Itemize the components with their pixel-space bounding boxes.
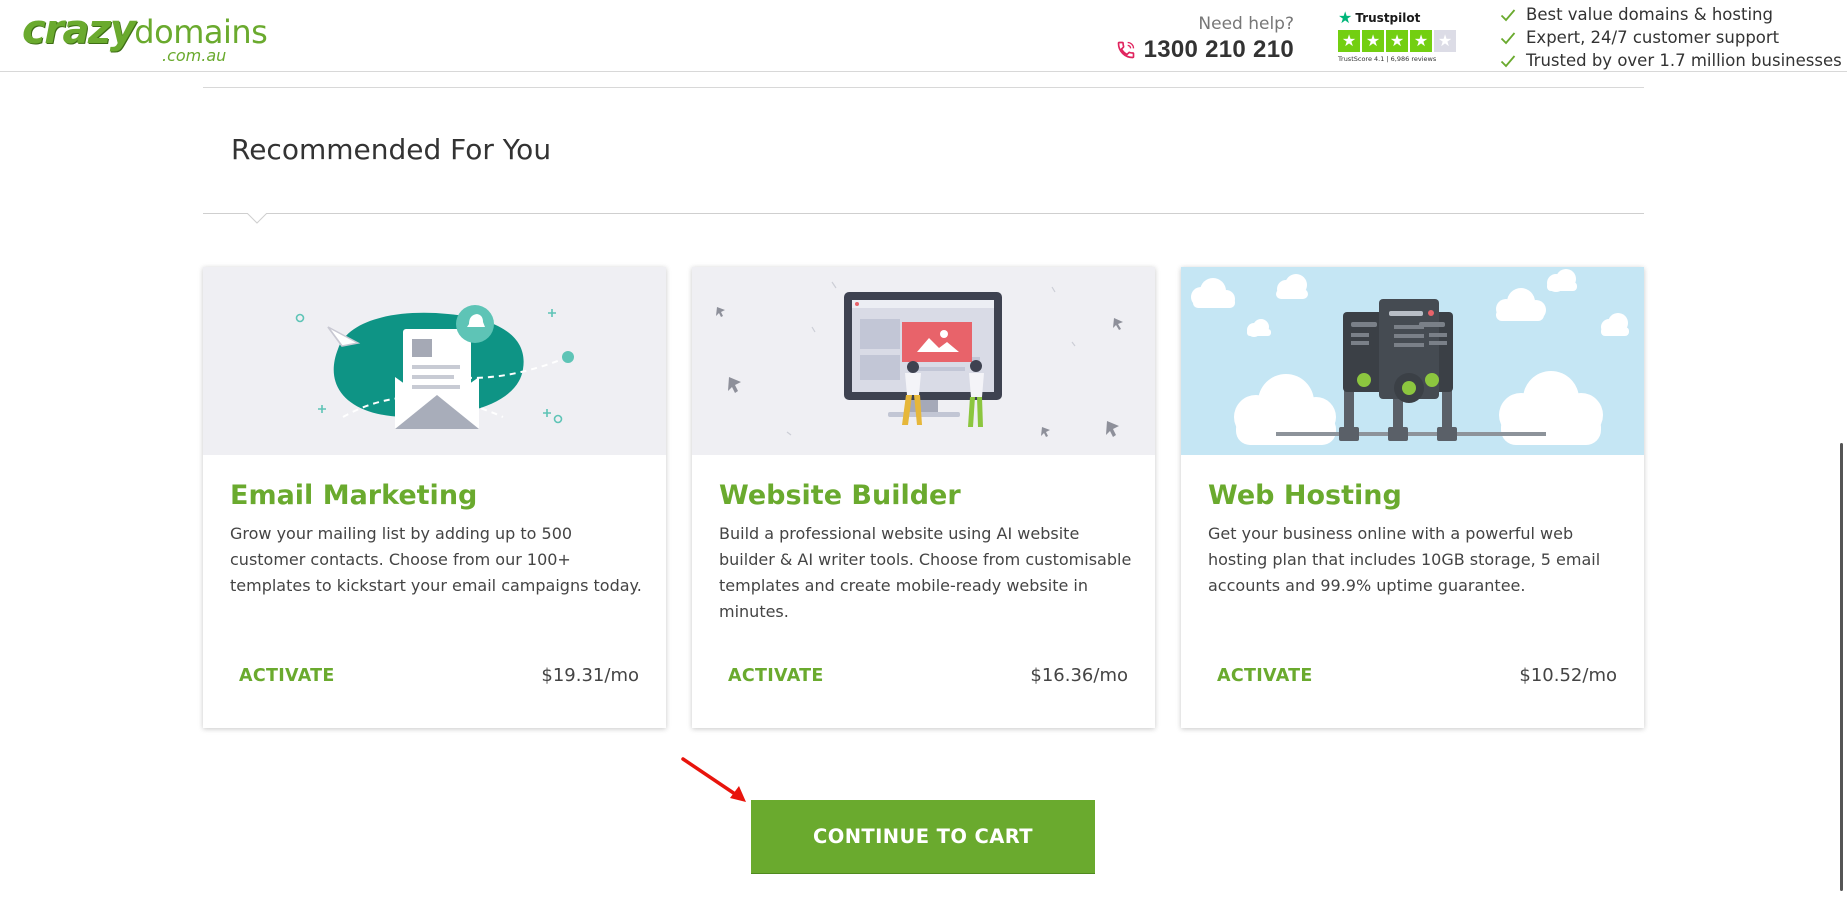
rating-star-empty-icon: ★ bbox=[1434, 30, 1456, 52]
site-header: crazydomains .com.au Need help? 1300 210… bbox=[0, 0, 1847, 72]
benefit-item: Expert, 24/7 customer support bbox=[1500, 26, 1842, 49]
card-description: Get your business online with a powerful… bbox=[1208, 524, 1601, 595]
benefits-list: Best value domains & hosting Expert, 24/… bbox=[1500, 3, 1842, 72]
activate-email-marketing-button[interactable]: ACTIVATE bbox=[239, 666, 335, 686]
product-card-email-marketing: Email Marketing Grow your mailing list b… bbox=[203, 267, 666, 728]
email-marketing-illustration bbox=[203, 267, 666, 455]
logo-domain-suffix: .com.au bbox=[162, 46, 227, 65]
help-phone-row[interactable]: 1300 210 210 bbox=[1116, 36, 1294, 64]
check-icon bbox=[1500, 54, 1516, 67]
product-card-website-builder: Website Builder Build a professional web… bbox=[692, 267, 1155, 728]
rating-star-icon: ★ bbox=[1386, 30, 1408, 52]
divider-notch bbox=[247, 213, 267, 224]
section-title-divider bbox=[203, 213, 1644, 214]
benefit-text: Trusted by over 1.7 million businesses bbox=[1526, 51, 1842, 70]
page-scrollbar[interactable] bbox=[1840, 443, 1843, 891]
section-top-divider bbox=[203, 87, 1644, 88]
card-price: $10.52/mo bbox=[1519, 665, 1617, 686]
website-builder-illustration bbox=[692, 267, 1155, 455]
help-label: Need help? bbox=[1198, 14, 1294, 34]
help-contact: Need help? 1300 210 210 bbox=[1116, 14, 1294, 64]
crazydomains-logo[interactable]: crazydomains .com.au bbox=[22, 7, 268, 65]
card-price: $16.36/mo bbox=[1030, 665, 1128, 686]
product-card-web-hosting: Web Hosting Get your business online wit… bbox=[1181, 267, 1644, 728]
activate-web-hosting-button[interactable]: ACTIVATE bbox=[1217, 666, 1313, 686]
trustpilot-star-icon: ★ bbox=[1338, 8, 1353, 27]
card-title: Web Hosting bbox=[1208, 480, 1402, 511]
card-description: Build a professional website using AI we… bbox=[719, 524, 1132, 621]
continue-to-cart-button[interactable]: CONTINUE TO CART bbox=[751, 800, 1095, 874]
activate-website-builder-button[interactable]: ACTIVATE bbox=[728, 666, 824, 686]
phone-icon bbox=[1117, 41, 1134, 59]
trustpilot-widget[interactable]: ★ Trustpilot ★ ★ ★ ★ ★ TrustScore 4.1 | … bbox=[1338, 8, 1458, 63]
trustpilot-brand: Trustpilot bbox=[1355, 10, 1421, 25]
check-icon bbox=[1500, 8, 1516, 21]
help-phone-number[interactable]: 1300 210 210 bbox=[1144, 36, 1294, 64]
benefit-text: Best value domains & hosting bbox=[1526, 5, 1773, 24]
rating-star-icon: ★ bbox=[1338, 30, 1360, 52]
card-title: Email Marketing bbox=[230, 480, 478, 511]
benefit-item: Best value domains & hosting bbox=[1500, 3, 1842, 26]
web-hosting-illustration bbox=[1181, 267, 1644, 455]
rating-star-icon: ★ bbox=[1410, 30, 1432, 52]
section-title: Recommended For You bbox=[231, 133, 552, 166]
benefit-item: Trusted by over 1.7 million businesses bbox=[1500, 49, 1842, 72]
card-description: Grow your mailing list by adding up to 5… bbox=[230, 524, 642, 595]
rating-star-icon: ★ bbox=[1362, 30, 1384, 52]
card-title: Website Builder bbox=[719, 480, 961, 511]
check-icon bbox=[1500, 31, 1516, 44]
trustpilot-rating-stars: ★ ★ ★ ★ ★ bbox=[1338, 30, 1458, 52]
benefit-text: Expert, 24/7 customer support bbox=[1526, 28, 1780, 47]
red-arrow-annotation bbox=[681, 757, 746, 802]
logo-word-crazy: crazy bbox=[22, 7, 136, 53]
card-price: $19.31/mo bbox=[541, 665, 639, 686]
trustpilot-score: TrustScore 4.1 | 6,986 reviews bbox=[1338, 55, 1437, 63]
